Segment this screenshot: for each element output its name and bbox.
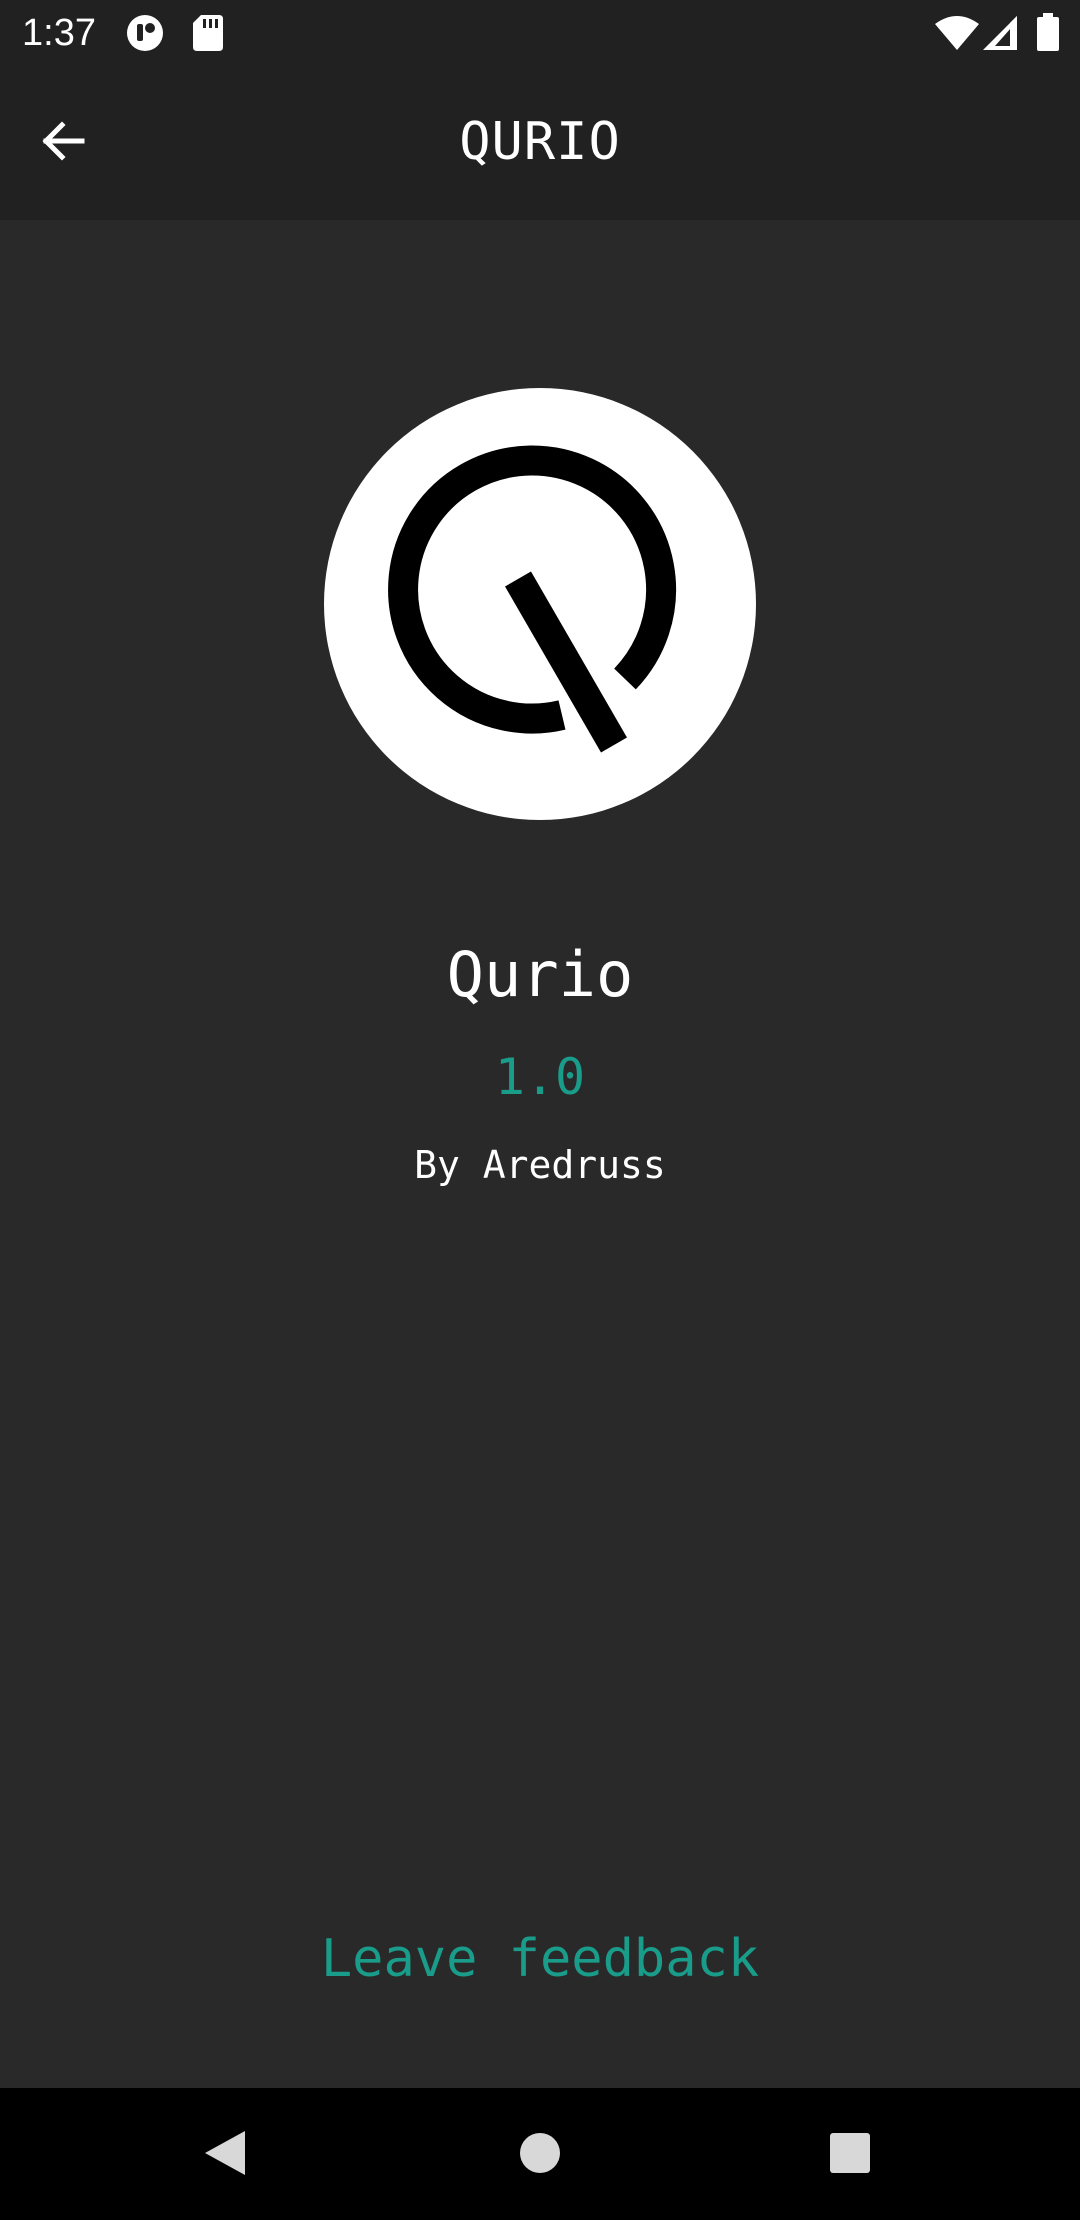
status-bar: 1:37 <box>0 0 1080 66</box>
recents-square-icon <box>829 2132 871 2178</box>
app-author: By Aredruss <box>414 1143 666 1187</box>
sd-card-icon <box>193 15 223 55</box>
nav-back-button[interactable] <box>180 2110 270 2200</box>
leave-feedback-button[interactable]: Leave feedback <box>0 1925 1080 1993</box>
page-title: QURIO <box>459 112 621 172</box>
system-nav-bar <box>0 2088 1080 2220</box>
status-time: 1:37 <box>22 12 96 54</box>
app-name: Qurio <box>446 938 634 1011</box>
about-screen: 1:37 QURIO Qurio 1.0 By Aredruss Leave f… <box>0 0 1080 2220</box>
app-bar: QURIO <box>0 66 1080 220</box>
nav-recents-button[interactable] <box>805 2110 895 2200</box>
app-version: 1.0 <box>494 1048 586 1106</box>
qurio-logo-icon <box>324 388 756 824</box>
home-circle-icon <box>518 2131 562 2179</box>
signal-icon <box>983 16 1017 54</box>
nav-home-button[interactable] <box>495 2110 585 2200</box>
notification-app-icon <box>126 14 164 56</box>
battery-icon <box>1037 13 1059 55</box>
wifi-icon <box>935 16 979 54</box>
back-triangle-icon <box>203 2129 247 2181</box>
app-logo <box>324 388 756 820</box>
